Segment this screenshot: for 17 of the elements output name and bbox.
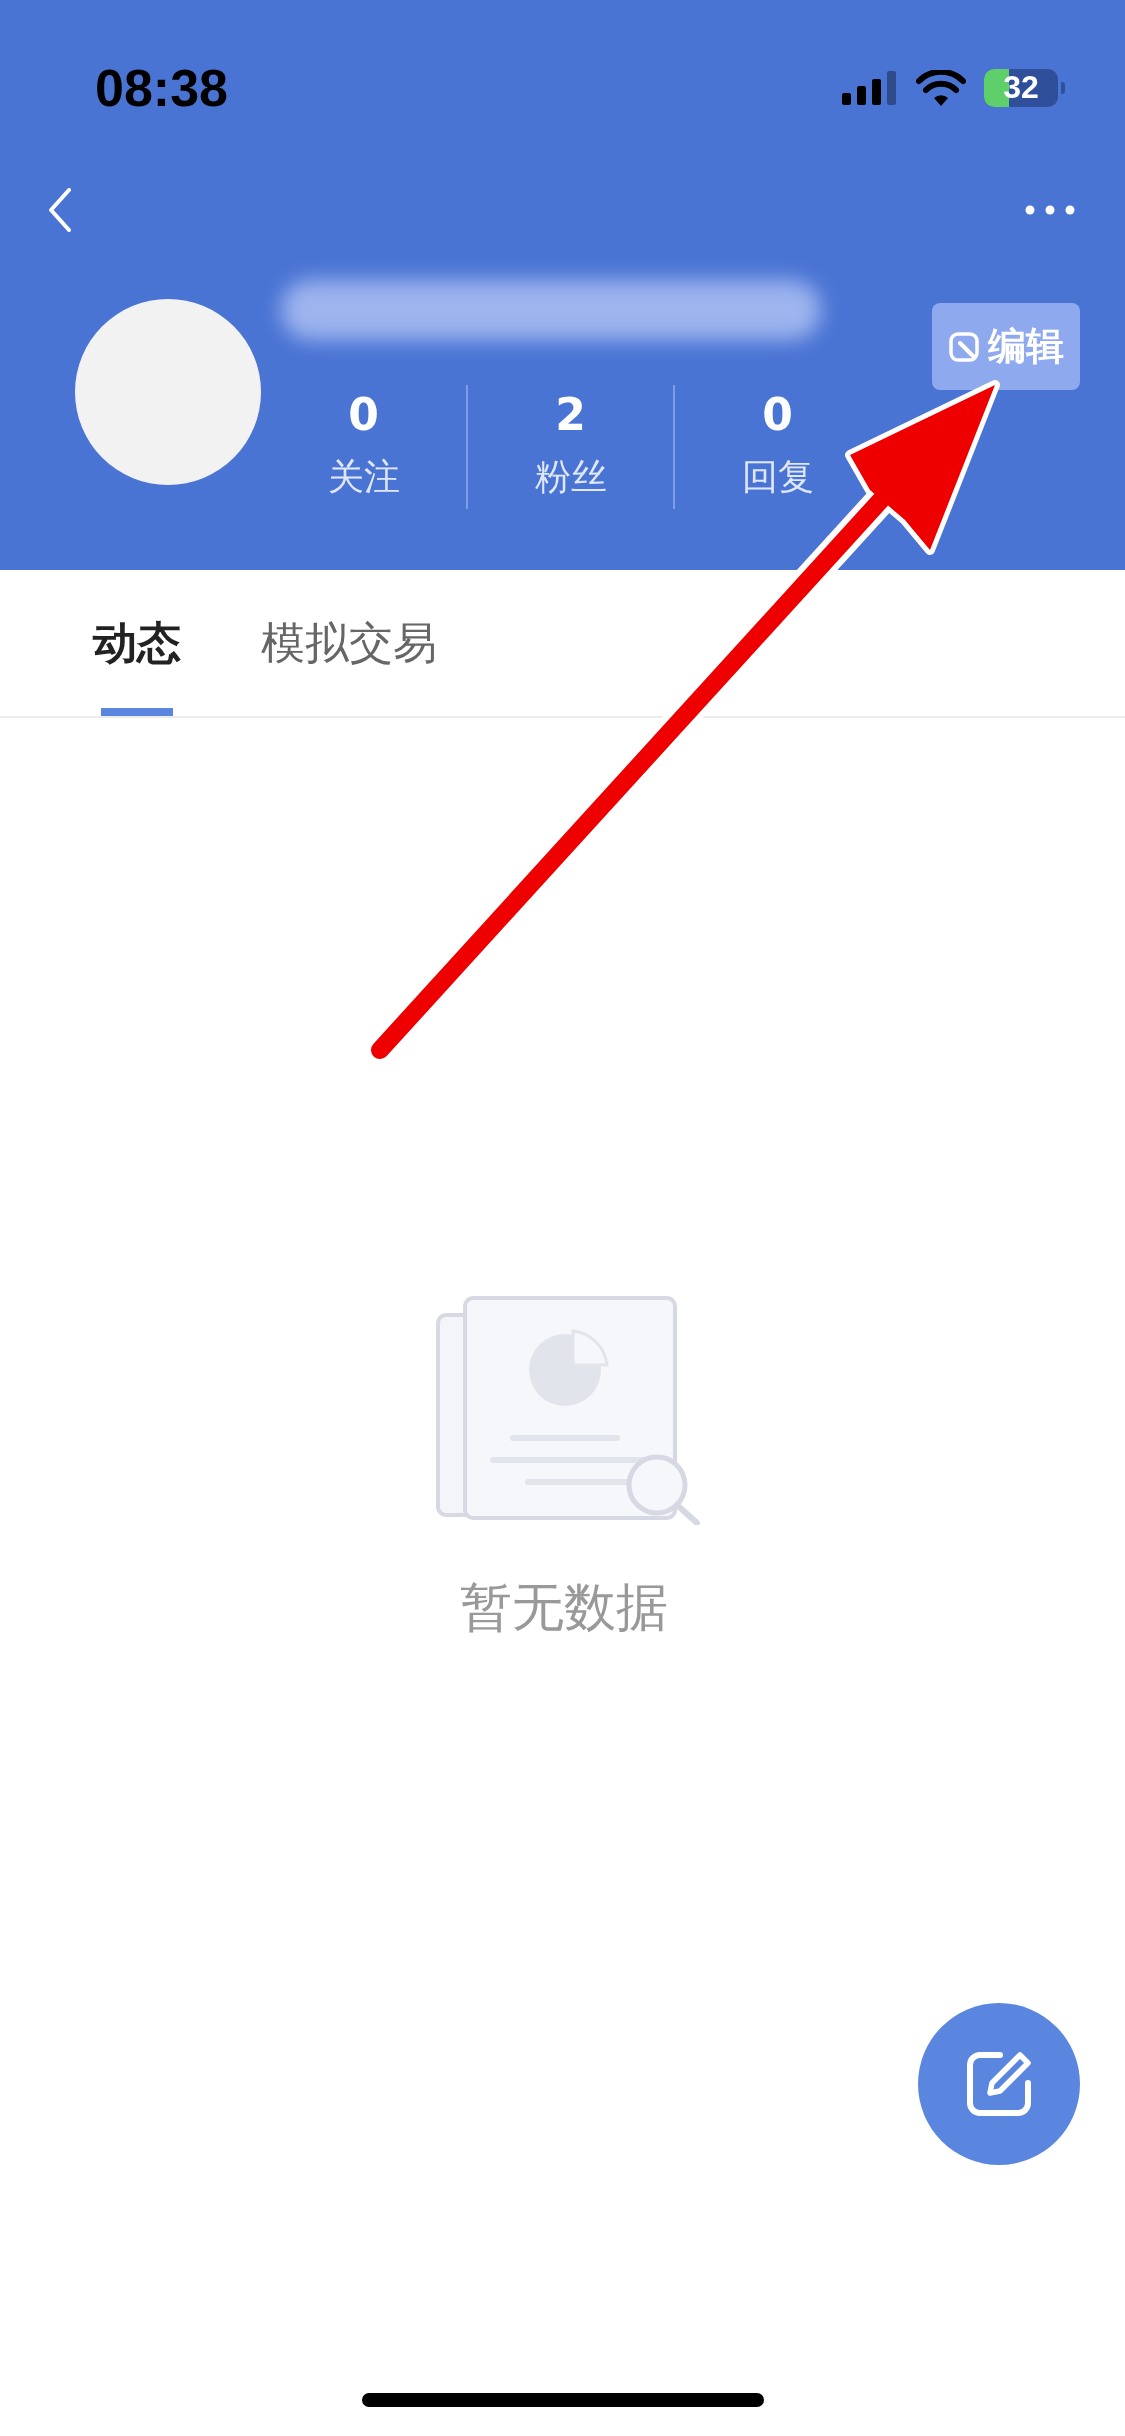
stat-count: 2	[555, 388, 586, 442]
stat-label[interactable]: 关注	[327, 445, 400, 509]
stat-count: 0	[762, 388, 793, 442]
compose-icon	[964, 2049, 1034, 2119]
tab[interactable]: 模拟交易	[261, 570, 437, 716]
stat-label[interactable]: 粉丝	[534, 445, 607, 509]
empty-message: 暂无数据	[459, 1576, 668, 1639]
edit-button[interactable]: 编辑	[932, 303, 1080, 390]
more-icon[interactable]	[1025, 205, 1075, 215]
edit-icon	[948, 330, 980, 363]
stat-count: 0	[348, 388, 379, 442]
tab[interactable]: 动态	[93, 570, 181, 716]
status-time: 08:38	[95, 57, 228, 118]
stat-label[interactable]: 回复	[741, 445, 814, 509]
wifi-icon	[916, 69, 966, 106]
signal-icon	[842, 70, 898, 105]
back-icon[interactable]	[48, 188, 72, 232]
